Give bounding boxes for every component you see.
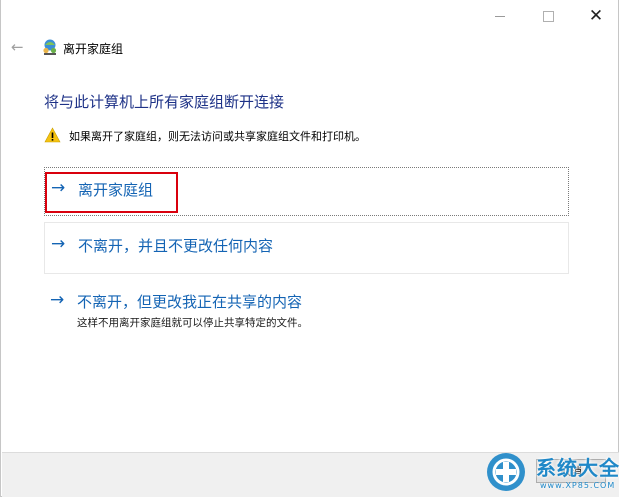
option-label: 不离开，但更改我正在共享的内容 [77, 293, 303, 311]
arrow-right-icon: → [51, 234, 66, 254]
back-arrow-icon[interactable]: ← [11, 38, 24, 56]
red-highlight-box [45, 172, 178, 213]
watermark-url: www.XP85.COM [540, 481, 616, 490]
warning-text: 如果离开了家庭组，则无法访问或共享家庭组文件和打印机。 [69, 130, 366, 143]
close-icon: ✕ [588, 6, 604, 26]
option-change-sharing[interactable]: → 不离开，但更改我正在共享的内容 这样不用离开家庭组就可以停止共享特定的文件。 [44, 284, 569, 332]
homegroup-icon [43, 39, 57, 55]
arrow-right-icon: → [50, 290, 65, 310]
close-button[interactable]: ✕ [573, 5, 619, 27]
homegroup-dialog: ✕ ← 离开家庭组 将与此计算机上所有家庭组断开连接 如果离开了家庭组，则无法访… [0, 0, 619, 497]
option-description: 这样不用离开家庭组就可以停止共享特定的文件。 [77, 317, 308, 329]
maximize-button[interactable] [525, 5, 571, 27]
nav-title: 离开家庭组 [63, 42, 124, 56]
option-label: 不离开，并且不更改任何内容 [78, 237, 274, 255]
page-heading: 将与此计算机上所有家庭组断开连接 [44, 93, 285, 111]
option-stay-no-change[interactable]: → 不离开，并且不更改任何内容 [44, 222, 569, 274]
maximize-icon [542, 10, 554, 22]
warning-icon [44, 127, 61, 143]
watermark-text: 系统大全 [536, 456, 620, 480]
minimize-icon [495, 15, 505, 17]
minimize-button[interactable] [477, 5, 523, 27]
